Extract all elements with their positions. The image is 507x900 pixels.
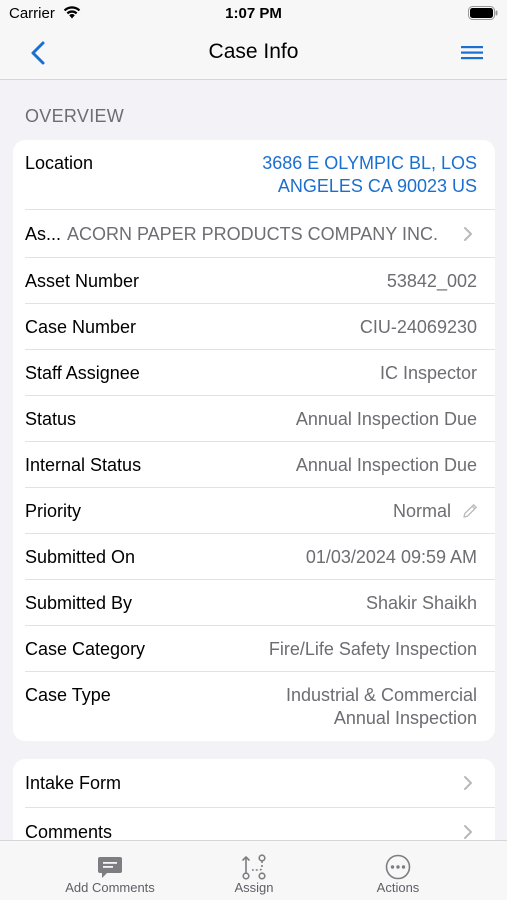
pencil-icon[interactable]	[461, 502, 479, 520]
row-label: Internal Status	[25, 455, 142, 475]
row-value: Shakir Shaikh	[365, 593, 477, 613]
row-value: Industrial & Commercial	[285, 685, 477, 705]
actions-button[interactable]: Actions	[358, 841, 438, 900]
row-label: Comments	[25, 822, 113, 840]
status-bar: Carrier 1:07 PM	[0, 0, 507, 28]
row-value: 01/03/2024 09:59 AM	[305, 547, 477, 567]
tab-label: Assign	[234, 880, 274, 895]
row-case-type: Case Type Industrial & Commercial Annual…	[13, 672, 495, 741]
row-value: Fire/Life Safety Inspection	[268, 639, 477, 659]
bottom-toolbar: Add Comments Assign Actions	[0, 840, 507, 900]
row-status: Status Annual Inspection Due	[13, 396, 495, 442]
row-label: As...	[25, 224, 62, 244]
tab-label: Actions	[376, 880, 420, 895]
row-asset-name[interactable]: As... ACORN PAPER PRODUCTS COMPANY INC.	[13, 210, 495, 258]
links-card: Intake Form Comments	[13, 759, 495, 840]
row-label: Priority	[25, 501, 82, 521]
row-label: Status	[25, 409, 77, 429]
add-comments-button[interactable]: Add Comments	[55, 841, 165, 900]
row-label: Asset Number	[25, 271, 140, 291]
row-asset-number: Asset Number 53842_002	[13, 258, 495, 304]
row-label: Case Number	[25, 317, 137, 337]
battery-icon	[468, 6, 498, 20]
section-header-overview: OVERVIEW	[25, 106, 125, 126]
back-chevron-icon[interactable]	[26, 40, 52, 66]
comment-icon	[98, 857, 122, 878]
assign-icon	[242, 854, 266, 880]
row-case-number: Case Number CIU-24069230	[13, 304, 495, 350]
row-label: Intake Form	[25, 773, 122, 793]
tab-label: Add Comments	[65, 880, 155, 895]
more-icon	[385, 854, 411, 880]
page-title: Case Info	[208, 40, 299, 63]
row-label: Location	[25, 153, 94, 173]
row-staff-assignee: Staff Assignee IC Inspector	[13, 350, 495, 396]
row-value: Normal	[392, 501, 451, 521]
content-scroll[interactable]: OVERVIEW Location 3686 E OLYMPIC BL, LOS…	[0, 81, 507, 840]
row-internal-status: Internal Status Annual Inspection Due	[13, 442, 495, 488]
row-label: Submitted On	[25, 547, 136, 567]
location-link-line1[interactable]: 3686 E OLYMPIC BL, LOS	[262, 153, 477, 174]
chevron-right-icon	[464, 825, 472, 839]
row-value: IC Inspector	[379, 363, 477, 383]
row-value-line2: Annual Inspection	[333, 708, 477, 728]
row-case-category: Case Category Fire/Life Safety Inspectio…	[13, 626, 495, 672]
chevron-right-icon	[464, 227, 472, 241]
clock: 1:07 PM	[225, 5, 282, 22]
row-label: Submitted By	[25, 593, 133, 613]
row-value: ACORN PAPER PRODUCTS COMPANY INC.	[66, 224, 438, 244]
menu-icon[interactable]	[459, 41, 485, 65]
row-value: Annual Inspection Due	[295, 455, 477, 475]
location-link-line2[interactable]: ANGELES CA 90023 US	[278, 176, 477, 197]
row-comments[interactable]: Comments	[13, 808, 495, 840]
row-label: Staff Assignee	[25, 363, 140, 383]
row-value: Annual Inspection Due	[295, 409, 477, 429]
row-value: 53842_002	[386, 271, 477, 291]
row-label: Case Type	[25, 685, 111, 705]
chevron-right-icon	[464, 776, 472, 790]
row-label: Case Category	[25, 639, 146, 659]
assign-button[interactable]: Assign	[214, 841, 294, 900]
row-location: Location 3686 E OLYMPIC BL, LOS ANGELES …	[13, 140, 495, 210]
row-intake-form[interactable]: Intake Form	[13, 759, 495, 808]
overview-card: Location 3686 E OLYMPIC BL, LOS ANGELES …	[13, 140, 495, 741]
navigation-bar: Case Info	[0, 28, 507, 80]
row-value: CIU-24069230	[359, 317, 477, 337]
row-submitted-on: Submitted On 01/03/2024 09:59 AM	[13, 534, 495, 580]
row-submitted-by: Submitted By Shakir Shaikh	[13, 580, 495, 626]
row-priority[interactable]: Priority Normal	[13, 488, 495, 534]
